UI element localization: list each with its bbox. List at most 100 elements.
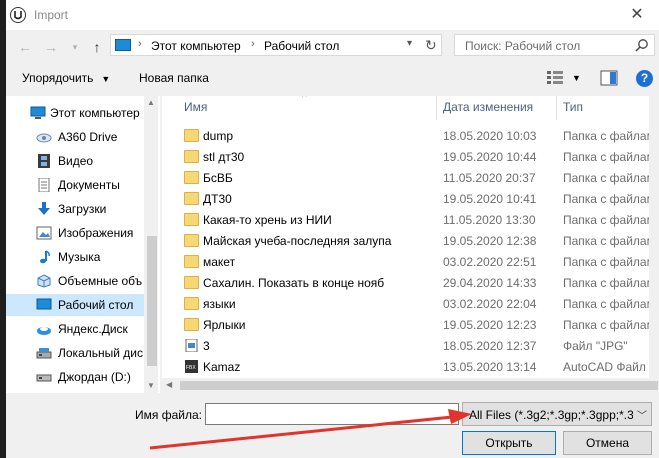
folder-icon <box>184 192 199 205</box>
sidebar-item-video[interactable]: Видео <box>6 150 146 172</box>
table-row[interactable]: Сахалин. Показать в конце нояб 29.04.2020… <box>162 273 659 294</box>
file-type: Папка с файлами <box>563 318 659 332</box>
navigation-scrollbar-thumb[interactable] <box>147 236 157 366</box>
file-name: Майская учеба-последняя залупа <box>203 234 392 248</box>
sidebar-item-downloads[interactable]: Загрузки <box>6 198 146 220</box>
column-divider[interactable] <box>556 96 557 120</box>
table-row[interactable]: ДТ30 19.05.2020 10:41 Папка с файлами <box>162 189 659 210</box>
refresh-icon[interactable]: ↻ <box>425 37 437 54</box>
file-date: 29.04.2020 14:33 <box>443 276 537 290</box>
file-name: макет <box>203 255 236 269</box>
table-row[interactable]: FBX Kamaz 13.05.2020 13:14 AutoCAD Файл F <box>162 357 659 378</box>
folder-icon <box>184 255 199 268</box>
organize-label: Упорядочить <box>22 71 94 85</box>
scroll-left-arrow-icon[interactable]: ◀ <box>166 380 172 389</box>
close-icon[interactable]: ✕ <box>626 4 648 26</box>
sidebar-item-pictures[interactable]: Изображения <box>6 222 146 244</box>
sidebar-item-label: Объемные объ <box>58 274 143 288</box>
yandex-disk-icon <box>37 327 51 335</box>
sidebar-item-label: Музыка <box>58 250 101 264</box>
breadcrumb-separator-icon[interactable]: › <box>138 38 142 50</box>
view-dropdown-icon[interactable]: ▼ <box>572 73 581 83</box>
sidebar-item-label: Этот компьютер <box>50 106 140 120</box>
address-dropdown-icon[interactable]: ▾ <box>407 38 412 49</box>
up-arrow-icon[interactable]: ↑ <box>86 36 108 58</box>
file-name: Ярлыки <box>203 318 246 332</box>
view-options-icon[interactable] <box>546 70 564 84</box>
table-row[interactable]: 3 18.05.2020 12:37 Файл "JPG" <box>162 336 659 357</box>
folder-icon <box>184 297 199 310</box>
column-header-name[interactable]: Имя <box>184 100 207 114</box>
svg-text:FBX: FBX <box>186 365 196 371</box>
file-date: 19.05.2020 10:41 <box>443 192 537 206</box>
sidebar-item-drive-d[interactable]: Джордан (D:) <box>6 366 146 388</box>
folder-icon <box>184 234 199 247</box>
organize-button[interactable]: Упорядочить ▼ <box>22 71 110 85</box>
sidebar-item-label: Изображения <box>58 226 134 240</box>
address-bar[interactable]: › Этот компьютер › Рабочий стол ▾ ↻ <box>110 34 442 56</box>
file-name: ДТ30 <box>203 192 232 206</box>
window-title: Import <box>34 8 69 22</box>
table-row[interactable]: БсВБ 11.05.2020 20:37 Папка с файлами <box>162 168 659 189</box>
chevron-down-icon: ﹀ <box>637 411 647 422</box>
search-placeholder[interactable]: Поиск: Рабочий стол <box>465 39 580 53</box>
file-name: Сахалин. Показать в конце нояб <box>203 276 385 290</box>
chevron-down-icon: ▼ <box>101 74 111 84</box>
search-box[interactable]: Поиск: Рабочий стол <box>454 34 655 56</box>
sidebar-item-label: A360 Drive <box>58 130 118 144</box>
video-icon <box>38 154 50 168</box>
open-button[interactable]: Открыть <box>462 431 556 455</box>
cancel-button[interactable]: Отмена <box>563 431 652 455</box>
table-row[interactable]: макет 03.02.2020 22:51 Папка с файлами <box>162 252 659 273</box>
forward-arrow-icon[interactable]: → <box>40 36 62 58</box>
breadcrumb-desktop[interactable]: Рабочий стол <box>264 39 339 53</box>
preview-pane-icon[interactable] <box>600 70 618 86</box>
sidebar-item-3d-objects[interactable]: Объемные объ <box>6 270 146 292</box>
table-row[interactable]: stl дт30 19.05.2020 10:44 Папка с файлами <box>162 147 659 168</box>
column-header-type[interactable]: Тип <box>563 100 583 114</box>
sidebar-item-a360-drive[interactable]: A360 Drive <box>6 126 146 148</box>
file-date: 19.05.2020 12:38 <box>443 234 537 248</box>
table-row[interactable]: dump 18.05.2020 10:03 Папка с файлами <box>162 126 659 147</box>
scroll-up-arrow-icon[interactable]: ▲ <box>147 98 155 107</box>
3d-objects-icon <box>37 274 51 288</box>
sidebar-item-local-disk[interactable]: Локальный дис <box>6 342 146 364</box>
file-type: Папка с файлами <box>563 171 659 185</box>
sidebar-item-music[interactable]: Музыка <box>6 246 146 268</box>
search-icon[interactable] <box>635 38 649 52</box>
back-arrow-icon[interactable]: ← <box>14 36 36 58</box>
scroll-down-arrow-icon[interactable]: ▼ <box>147 381 155 390</box>
file-type: Папка с файлами <box>563 213 659 227</box>
music-icon <box>40 250 50 264</box>
sidebar-item-label: Загрузки <box>58 202 107 216</box>
sidebar-item-yandex-disk[interactable]: Яндекс.Диск <box>6 318 146 340</box>
file-type-filter[interactable]: All Files (*.3g2;*.3gp;*.3gpp;*.3g ﹀ <box>462 402 652 426</box>
new-folder-button[interactable]: Новая папка <box>139 71 209 85</box>
recent-locations-chevron-icon[interactable]: ▾ <box>64 36 86 58</box>
file-date: 03.02.2020 22:51 <box>443 255 537 269</box>
table-row[interactable]: Какая-то хрень из НИИ 11.05.2020 13:30 Пап… <box>162 210 659 231</box>
column-header-date[interactable]: Дата изменения <box>443 100 533 114</box>
file-list[interactable]: ^ Имя Дата изменения Тип dump 18.05.2020 … <box>162 96 659 393</box>
filename-input[interactable] <box>205 403 459 425</box>
file-name: 3 <box>203 339 210 353</box>
sidebar-item-desktop[interactable]: Рабочий стол <box>6 294 146 316</box>
file-date: 18.05.2020 10:03 <box>443 129 537 143</box>
help-icon[interactable]: ? <box>636 70 653 87</box>
file-name: Kamaz <box>203 360 241 374</box>
file-date: 11.05.2020 13:30 <box>443 213 536 227</box>
horizontal-scrollbar-thumb[interactable] <box>180 381 658 390</box>
folder-icon <box>184 276 199 289</box>
breadcrumb-this-pc[interactable]: Этот компьютер <box>151 39 241 53</box>
table-row[interactable]: Майская учеба-последняя залупа 19.05.2020… <box>162 231 659 252</box>
app-logo-icon <box>10 7 26 23</box>
column-divider[interactable] <box>436 96 437 120</box>
sidebar-item-this-pc[interactable]: Этот компьютер <box>6 102 146 124</box>
breadcrumb-separator-icon[interactable]: › <box>251 38 255 50</box>
table-row[interactable]: языки 03.02.2020 22:04 Папка с файлами <box>162 294 659 315</box>
file-type: Папка с файлами <box>563 276 659 290</box>
navigation-pane[interactable]: Этот компьютер A360 Drive Видео Документ… <box>6 96 160 393</box>
file-list-scrollbar[interactable] <box>649 96 659 393</box>
table-row[interactable]: Ярлыки 19.05.2020 12:23 Папка с файлами <box>162 315 659 336</box>
sidebar-item-documents[interactable]: Документы <box>6 174 146 196</box>
